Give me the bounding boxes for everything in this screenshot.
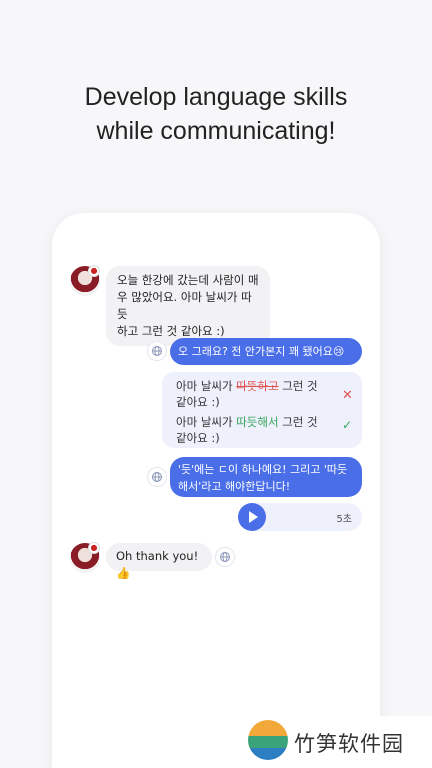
outgoing-message[interactable]: '듯'에는 ㄷ이 하나예요! 그리고 '따듯 해서'라고 해야한답니다! <box>170 457 362 497</box>
audio-duration: 5초 <box>336 514 352 525</box>
message-line: 해서'라고 해야한답니다! <box>178 480 291 493</box>
message-line: '듯'에는 ㄷ이 하나예요! 그리고 '따듯 <box>178 463 348 476</box>
correction-wrong-word: 따뜻하고 <box>236 379 279 393</box>
correction-text: 아마 날씨가 <box>176 415 237 429</box>
watermark-text: 竹笋软件园 <box>294 732 404 756</box>
message-text: 오 그래요? 전 안가본지 꽤 됐어요😢 <box>178 345 345 358</box>
message-line: 오늘 한강에 갔는데 사람이 매 <box>117 273 259 287</box>
play-icon[interactable] <box>238 503 266 531</box>
correction-text: 같아요 :) <box>176 431 220 445</box>
correction-card[interactable]: 아마 날씨가 따뜻하고 그런 것 같아요 :) 아마 날씨가 따듯해서 그런 것… <box>162 372 362 448</box>
korea-flag-icon: ● <box>88 265 100 277</box>
globe-icon[interactable] <box>147 341 167 361</box>
headline-line-1: Develop language skills <box>84 83 348 111</box>
message-line: 우 많았어요. 아마 날씨가 따듯 <box>117 290 252 321</box>
correction-text: 같아요 :) <box>176 395 220 409</box>
korea-flag-icon: ● <box>88 542 100 554</box>
watermark: 竹笋软件园 <box>240 716 432 768</box>
correction-text: 그런 것 <box>278 415 318 429</box>
correction-text: 아마 날씨가 <box>176 379 237 393</box>
outgoing-message[interactable]: 오 그래요? 전 안가본지 꽤 됐어요😢 <box>170 338 362 365</box>
incoming-message[interactable]: 오늘 한강에 갔는데 사람이 매 우 많았어요. 아마 날씨가 따듯 하고 그런… <box>106 266 270 346</box>
incoming-message[interactable]: Oh thank you!👍 <box>106 543 212 580</box>
globe-icon[interactable] <box>215 547 235 567</box>
correction-text: 그런 것 <box>278 379 318 393</box>
correction-fixed-word: 따듯해서 <box>236 415 279 429</box>
headline: Develop language skills while communicat… <box>0 80 432 148</box>
watermark-logo <box>248 720 288 760</box>
audio-message[interactable]: 5초 <box>238 503 362 531</box>
headline-line-2: while communicating! <box>96 117 336 145</box>
check-mark-icon: ✓ <box>342 418 353 432</box>
correction-fixed: 아마 날씨가 따듯해서 그런 것 같아요 :) <box>176 414 326 446</box>
globe-icon[interactable] <box>147 467 167 487</box>
correction-original: 아마 날씨가 따뜻하고 그런 것 같아요 :) <box>176 378 326 410</box>
x-mark-icon: ✕ <box>342 388 353 403</box>
